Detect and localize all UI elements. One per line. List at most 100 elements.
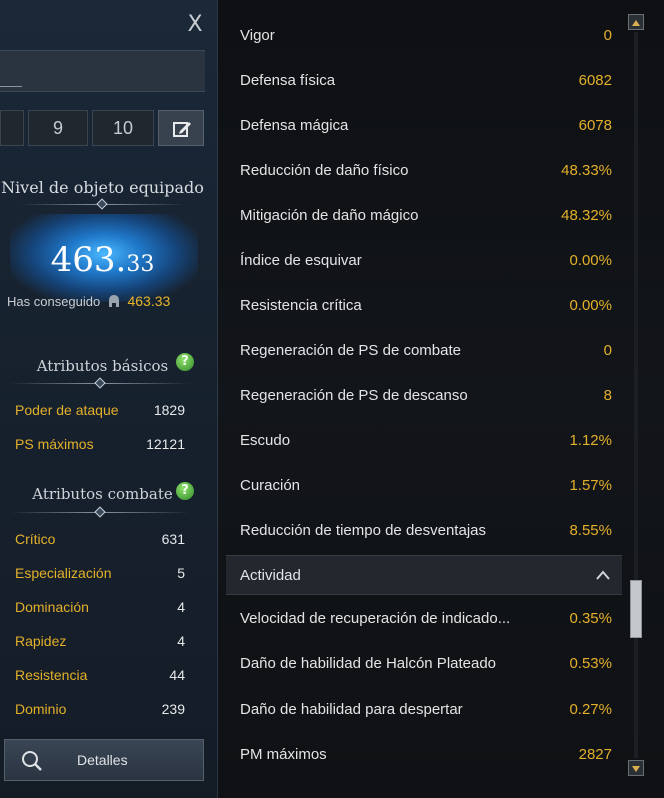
item-level-decimal: 33 — [126, 252, 155, 277]
stat-value: 5 — [177, 565, 185, 581]
combat-help-icon[interactable]: ? — [176, 482, 194, 500]
stat-label: Índice de esquivar — [240, 252, 362, 269]
stat-row: Reducción de tiempo de desventajas 8.55% — [218, 522, 622, 546]
scrollbar[interactable] — [628, 14, 644, 776]
stat-value: 0.27% — [569, 700, 612, 718]
scroll-down-button[interactable] — [628, 760, 644, 776]
details-button[interactable]: Detalles — [4, 739, 204, 781]
stat-label: Daño de habilidad para despertar — [240, 700, 463, 718]
stat-label: Resistencia — [15, 667, 88, 683]
stat-crit: Crítico 631 — [15, 531, 185, 551]
scroll-up-button[interactable] — [628, 14, 644, 30]
achieved-value: 463.33 — [127, 293, 171, 309]
stat-label: Reducción de daño físico — [240, 162, 409, 179]
arrow-up-icon — [632, 20, 640, 26]
stat-value: 8.55% — [569, 522, 612, 539]
stat-max-hp: PS máximos 12121 — [15, 436, 185, 456]
ornament-divider — [10, 377, 190, 389]
item-level-integer: 463. — [50, 240, 127, 280]
stat-row: Índice de esquivar 0.00% — [218, 252, 622, 276]
stat-label: Vigor — [240, 27, 275, 44]
close-button[interactable]: X — [183, 12, 207, 38]
stat-row: Daño de habilidad de Halcón Plateado 0.53… — [218, 655, 622, 679]
edit-icon — [173, 122, 191, 137]
activity-title: Actividad — [240, 567, 301, 584]
stat-value: 44 — [169, 667, 185, 683]
stat-row: Curación 1.57% — [218, 477, 622, 501]
stat-endurance: Resistencia 44 — [15, 667, 185, 687]
stat-row: Velocidad de recuperación de indicado...… — [218, 610, 622, 634]
stat-label: Rapidez — [15, 633, 67, 649]
stat-value: 4 — [177, 599, 185, 615]
stat-label: Reducción de tiempo de desventajas — [240, 522, 486, 539]
stat-value: 1.57% — [569, 477, 612, 494]
stat-row: Vigor 0 — [218, 27, 622, 51]
stat-row: Regeneración de PS de combate 0 — [218, 342, 622, 366]
stat-label: Defensa física — [240, 72, 336, 89]
stat-label: Regeneración de PS de descanso — [240, 387, 468, 404]
stat-value: 48.33% — [561, 162, 612, 179]
stat-label: Resistencia crítica — [240, 297, 362, 314]
stat-row: Escudo 1.12% — [218, 432, 622, 456]
item-level-title: Nivel de objeto equipado — [1, 178, 204, 197]
stat-row: Regeneración de PS de descanso 8 — [218, 387, 622, 411]
achieved-item-level: Has conseguido 463.33 — [7, 293, 207, 309]
stat-value: 12121 — [146, 436, 185, 452]
preset-button-9[interactable]: 9 — [28, 110, 88, 146]
stat-value: 1.12% — [569, 432, 612, 449]
stat-row: PM máximos 2827 — [218, 746, 622, 770]
details-button-label: Detalles — [77, 752, 128, 768]
stat-label: PM máximos — [240, 745, 327, 763]
stat-row: Defensa mágica 6078 — [218, 117, 622, 141]
stat-label: Crítico — [15, 531, 56, 547]
stat-label: Dominación — [15, 599, 89, 615]
stat-label: Curación — [240, 477, 301, 494]
stat-attack-power: Poder de ataque 1829 — [15, 402, 185, 422]
stat-value: 0.35% — [569, 610, 612, 627]
basic-attributes-title: Atributos básicos — [36, 357, 169, 375]
stat-swiftness: Rapidez 4 — [15, 633, 185, 653]
achieved-label: Has conseguido — [7, 294, 101, 309]
activity-section-header[interactable]: Actividad — [226, 555, 622, 595]
preset-button-prev[interactable] — [0, 110, 24, 146]
ornament-divider — [10, 506, 190, 518]
stat-value: 0.00% — [569, 297, 612, 314]
item-level-value: 463.33 — [0, 240, 205, 280]
ornament-divider — [20, 198, 185, 210]
arrow-down-icon — [632, 766, 640, 772]
preset-button-10[interactable]: 10 — [92, 110, 154, 146]
collapse-chevron-icon — [596, 570, 610, 580]
stat-value: 0 — [603, 342, 612, 359]
stat-label: Mitigación de daño mágico — [240, 207, 419, 224]
stat-expertise: Dominio 239 — [15, 701, 185, 721]
stat-label: PS máximos — [15, 436, 94, 452]
stat-domination: Dominación 4 — [15, 599, 185, 619]
stat-label: Escudo — [240, 432, 291, 449]
stat-value: 1829 — [153, 402, 185, 418]
stat-label: Dominio — [15, 701, 67, 717]
stat-label: Defensa mágica — [240, 117, 349, 134]
stat-label: Poder de ataque — [15, 402, 119, 418]
combat-attributes-title: Atributos combate — [32, 485, 173, 503]
stat-value: 2827 — [578, 745, 612, 763]
stat-row: Defensa física 6082 — [218, 72, 622, 96]
stat-row: Daño de habilidad para despertar 0.27% — [218, 701, 622, 725]
search-icon — [22, 751, 42, 771]
stat-value: 239 — [161, 701, 185, 717]
stat-label: Especialización — [15, 565, 112, 581]
stat-value: 0 — [603, 27, 612, 44]
scroll-track[interactable] — [634, 32, 638, 758]
stat-value: 6078 — [578, 117, 612, 134]
stat-value: 0.00% — [569, 252, 612, 269]
input-underline — [0, 86, 22, 87]
stat-value: 631 — [161, 531, 185, 547]
edit-preset-button[interactable] — [158, 110, 204, 146]
character-profile-panel: X 9 10 Nivel de objeto equipado 463.33 H… — [0, 0, 218, 798]
detailed-stats-panel: Vigor 0 Defensa física 6082 Defensa mágica 60… — [218, 0, 664, 798]
basic-help-icon[interactable]: ? — [176, 353, 194, 371]
preset-name-input[interactable] — [0, 50, 205, 92]
scroll-thumb[interactable] — [630, 580, 642, 638]
stat-value: 8 — [603, 387, 612, 404]
stat-label: Daño de habilidad de Halcón Plateado — [240, 655, 497, 673]
stat-specialization: Especialización 5 — [15, 565, 185, 585]
